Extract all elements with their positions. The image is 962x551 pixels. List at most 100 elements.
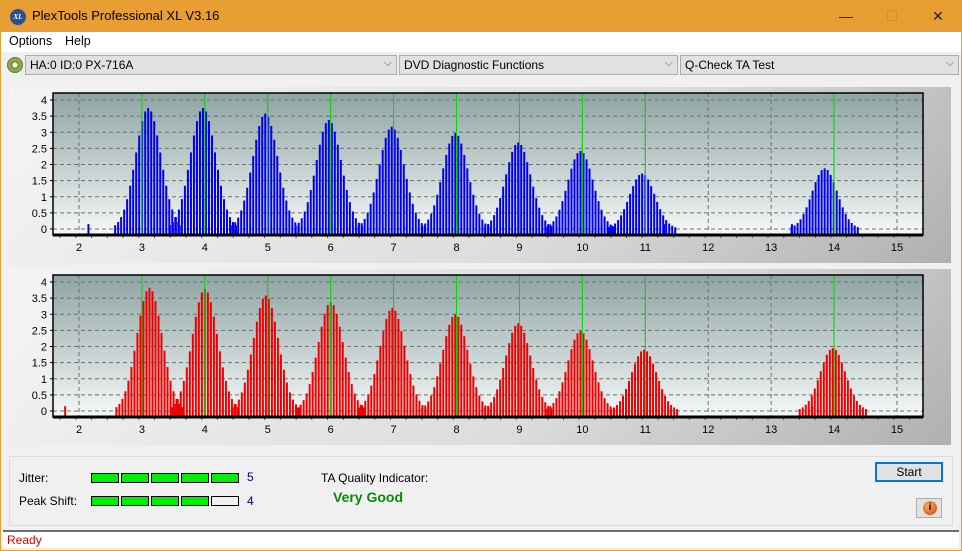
histogram-bar [367, 394, 370, 417]
y-tick-label: 0.5 [32, 390, 47, 402]
histogram-bar [306, 202, 309, 235]
y-tick-label: 4 [41, 95, 47, 107]
histogram-bar [303, 211, 306, 235]
y-tick-label: 0 [41, 224, 47, 236]
histogram-bar [213, 152, 216, 235]
meter-segment-on [121, 473, 149, 483]
histogram-bar [148, 287, 151, 417]
histogram-bar [667, 401, 670, 417]
histogram-bar [567, 179, 570, 235]
histogram-bar [151, 291, 154, 417]
test-select[interactable]: Q-Check TA Test ⌵ [680, 55, 959, 75]
histogram-bar [469, 182, 472, 235]
histogram-bar [192, 135, 195, 235]
histogram-bar [212, 316, 215, 417]
info-button[interactable]: i [916, 498, 942, 518]
histogram-bar [163, 350, 166, 417]
maximize-button[interactable]: ☐ [869, 1, 915, 32]
y-tick-label: 1.5 [32, 358, 47, 370]
histogram-bar [372, 192, 375, 235]
x-tick-label: 15 [891, 424, 903, 436]
histogram-bar [376, 360, 379, 417]
histogram-bar [157, 315, 160, 417]
status-bar: Ready [3, 530, 959, 548]
meter-segment-on [151, 473, 179, 483]
histogram-bar [496, 389, 499, 417]
land-ta-chart: 0 0.5 1 1.5 2 2.5 3 3.5 4 2 3 4 5 6 7 8 9 10 11 12 13 14 15 [32, 92, 924, 254]
histogram-bar [597, 201, 600, 235]
histogram-bar [333, 131, 336, 235]
histogram-bar [321, 131, 324, 235]
histogram-bar [258, 126, 261, 235]
x-tick-label: 9 [516, 242, 522, 254]
x-tick-label: 3 [139, 424, 145, 436]
histogram-bar [558, 391, 561, 417]
histogram-bar [270, 308, 273, 417]
menu-options[interactable]: Options [9, 34, 52, 48]
x-tick-label: 5 [265, 424, 271, 436]
close-button[interactable]: ✕ [915, 1, 961, 32]
function-group-select[interactable]: DVD Diagnostic Functions ⌵ [399, 55, 678, 75]
toolbar: HA:0 ID:0 PX-716A ⌵ DVD Diagnostic Funct… [1, 52, 961, 80]
function-group-value: DVD Diagnostic Functions [404, 58, 545, 72]
histogram-bar [237, 399, 240, 417]
x-tick-label: 15 [891, 242, 903, 254]
chevron-down-icon: ⌵ [945, 57, 954, 69]
histogram-bar [261, 298, 264, 417]
x-tick-label: 12 [702, 424, 714, 436]
meter-segment-on [91, 496, 119, 506]
histogram-bar [514, 325, 517, 417]
histogram-bar [191, 333, 194, 417]
histogram-bar [121, 398, 124, 417]
menu-help[interactable]: Help [65, 34, 91, 48]
x-tick-label: 6 [328, 424, 334, 436]
histogram-bar [603, 398, 606, 417]
drive-select[interactable]: HA:0 ID:0 PX-716A ⌵ [25, 55, 397, 75]
histogram-bar [159, 152, 162, 235]
histogram-bar [361, 405, 364, 417]
histogram-bar [502, 368, 505, 417]
histogram-bar [124, 391, 127, 417]
histogram-bar [567, 360, 570, 417]
histogram-bar [807, 400, 810, 417]
histogram-bar [427, 401, 430, 417]
histogram-bar [855, 400, 858, 417]
histogram-bar [154, 301, 157, 417]
histogram-bar [399, 149, 402, 235]
histogram-bar [647, 179, 650, 235]
histogram-bar [396, 137, 399, 235]
histogram-bar [144, 111, 147, 235]
histogram-bar [243, 382, 246, 417]
histogram-bar [279, 354, 282, 417]
status-text: Ready [7, 533, 42, 547]
histogram-bar [430, 395, 433, 417]
histogram-bar [838, 199, 841, 235]
histogram-bar [216, 169, 219, 235]
x-tick-label: 4 [202, 424, 208, 436]
histogram-bar [198, 111, 201, 235]
jitter-value: 5 [247, 470, 254, 484]
histogram-bar [649, 356, 652, 417]
peak-shift-value: 4 [247, 494, 254, 508]
histogram-bar [300, 218, 303, 235]
disc-icon [7, 57, 23, 73]
histogram-bar [837, 354, 840, 417]
histogram-bar [261, 116, 264, 235]
start-button[interactable]: Start [875, 462, 943, 482]
histogram-bar [132, 169, 135, 235]
peak-shift-meter [91, 496, 241, 506]
histogram-bar [535, 198, 538, 235]
histogram-bar [570, 168, 573, 235]
app-logo-icon: XL [10, 9, 26, 25]
histogram-bar [424, 405, 427, 417]
histogram-bar [629, 193, 632, 235]
minimize-button[interactable]: — [823, 1, 869, 32]
histogram-bar [200, 292, 203, 417]
histogram-bar [653, 193, 656, 235]
title-bar: XL PlexTools Professional XL V3.16 — ☐ ✕ [1, 1, 961, 32]
x-tick-label: 7 [391, 242, 397, 254]
histogram-bar [811, 406, 814, 417]
histogram-bar [436, 376, 439, 417]
histogram-bar [614, 223, 617, 235]
histogram-bar [846, 380, 849, 417]
